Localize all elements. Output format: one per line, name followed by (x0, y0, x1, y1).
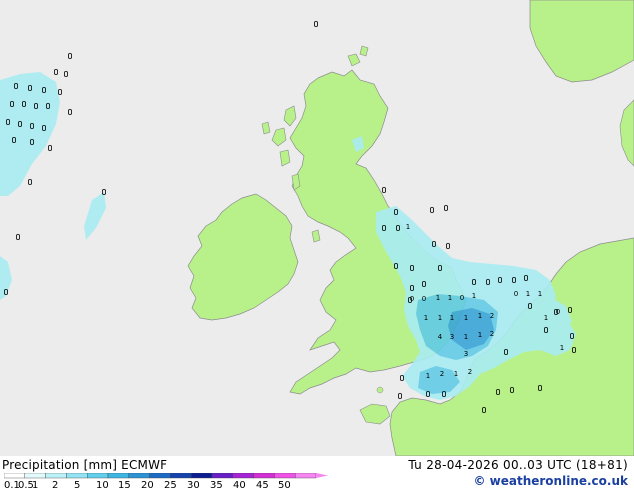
precip-value-label: 3 (450, 333, 454, 341)
precip-value-label: 1 (406, 223, 410, 231)
legend-label: 2 (52, 480, 58, 490)
precip-value-label: 2 (468, 368, 472, 376)
legend-label: 15 (118, 480, 131, 490)
legend-swatch (211, 473, 233, 479)
legend-label: 10 (96, 480, 109, 490)
precip-value-label: 1 (426, 372, 430, 380)
precip-value-label: 2 (490, 330, 494, 338)
date-label: Tu 28-04-2026 00..03 UTC (18+81) (408, 458, 628, 472)
legend-swatch (274, 473, 296, 479)
legend-arrow (316, 473, 328, 478)
precip-value-label: 1 (538, 290, 542, 298)
precip-value-label: 1 (436, 294, 440, 302)
legend-label: 20 (141, 480, 154, 490)
precip-value-label: 1 (454, 370, 458, 378)
precip-value-label: 1 (526, 290, 530, 298)
precip-value-label: 1 (472, 292, 476, 300)
credit-link[interactable]: © weatheronline.co.uk (473, 474, 628, 488)
precip-value-label: 0 (422, 295, 426, 303)
precip-value-label: 1 (448, 294, 452, 302)
precipitation-map: 10 0 1 1 0 1 0 1 11 1 1 1 1 24 3 1 1 231 2 1 2011 (0, 0, 634, 456)
legend-swatch (66, 473, 88, 479)
legend-swatch (232, 473, 254, 479)
legend-swatch (190, 473, 213, 479)
chart-title: Precipitation [mm] ECMWF (2, 458, 168, 472)
legend-swatch (45, 473, 67, 479)
precip-value-label: 2 (440, 370, 444, 378)
precip-value-label: 2 (490, 312, 494, 320)
legend-swatch (128, 473, 150, 479)
precip-value-label: 1 (464, 314, 468, 322)
legend-label: 25 (164, 480, 177, 490)
footer: Precipitation [mm] ECMWF Tu 28-04-2026 0… (0, 456, 634, 490)
color-legend: 0.10.51 2 5 10 15 20 25 30 35 40 45 50 (4, 473, 328, 490)
land-channel-island (376, 386, 384, 394)
legend-label: 5 (74, 480, 80, 490)
legend-label: 30 (187, 480, 200, 490)
legend-swatch (149, 473, 171, 479)
precip-value-label: 1 (438, 314, 442, 322)
legend-swatch (86, 473, 109, 479)
precip-value-label: 1 (464, 333, 468, 341)
legend-swatch (253, 473, 275, 479)
legend-swatch (295, 473, 317, 479)
precip-value-label: 1 (544, 314, 548, 322)
precip-value-label: 0 (460, 294, 464, 302)
legend-swatch (4, 473, 25, 479)
legend-swatch (24, 473, 46, 479)
legend-label: 1 (32, 480, 38, 490)
precip-value-label: 1 (560, 344, 564, 352)
precip-value-label: 0 (514, 290, 518, 298)
precip-value-label: 0 (556, 308, 560, 316)
precip-value-label: 1 (478, 331, 482, 339)
legend-swatch (107, 473, 129, 479)
precip-value-label: 1 (450, 314, 454, 322)
precip-value-label: 3 (464, 350, 468, 358)
legend-swatch (170, 473, 192, 479)
legend-label: 35 (210, 480, 223, 490)
legend-label: 50 (278, 480, 291, 490)
legend-label: 40 (233, 480, 246, 490)
precip-value-label: 1 (424, 314, 428, 322)
precip-value-label: 4 (438, 333, 443, 341)
legend-label: 45 (256, 480, 269, 490)
precip-value-label: 0 (410, 295, 414, 303)
precip-value-label: 1 (478, 312, 482, 320)
